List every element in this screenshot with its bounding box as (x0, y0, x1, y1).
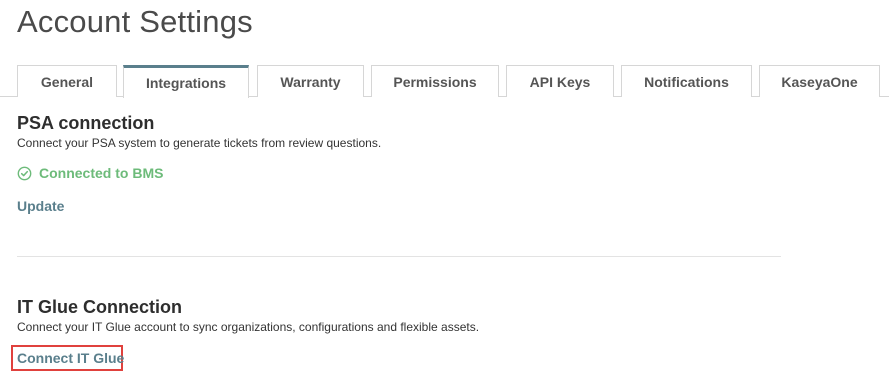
tab-warranty[interactable]: Warranty (257, 65, 364, 97)
psa-connection-status: Connected to BMS (17, 165, 163, 181)
page-title: Account Settings (17, 4, 253, 39)
psa-update-link[interactable]: Update (17, 198, 64, 214)
psa-status-text: Connected to BMS (39, 165, 164, 181)
psa-section-title: PSA connection (17, 113, 155, 133)
connect-it-glue-link[interactable]: Connect IT Glue (17, 350, 124, 366)
psa-section-description: Connect your PSA system to generate tick… (17, 136, 382, 150)
account-settings-page: Account Settings General Integrations Wa… (0, 0, 889, 380)
tab-general[interactable]: General (17, 65, 117, 97)
tab-kaseyaone[interactable]: KaseyaOne (759, 65, 880, 97)
tab-permissions[interactable]: Permissions (371, 65, 499, 97)
section-divider (17, 256, 781, 257)
itglue-section-description: Connect your IT Glue account to sync org… (17, 320, 480, 334)
check-circle-icon (17, 166, 32, 181)
tab-notifications[interactable]: Notifications (621, 65, 752, 97)
settings-tabs: General Integrations Warranty Permission… (0, 65, 889, 98)
tab-api-keys[interactable]: API Keys (506, 65, 614, 97)
tab-integrations[interactable]: Integrations (123, 65, 249, 98)
itglue-section-title: IT Glue Connection (17, 297, 182, 317)
